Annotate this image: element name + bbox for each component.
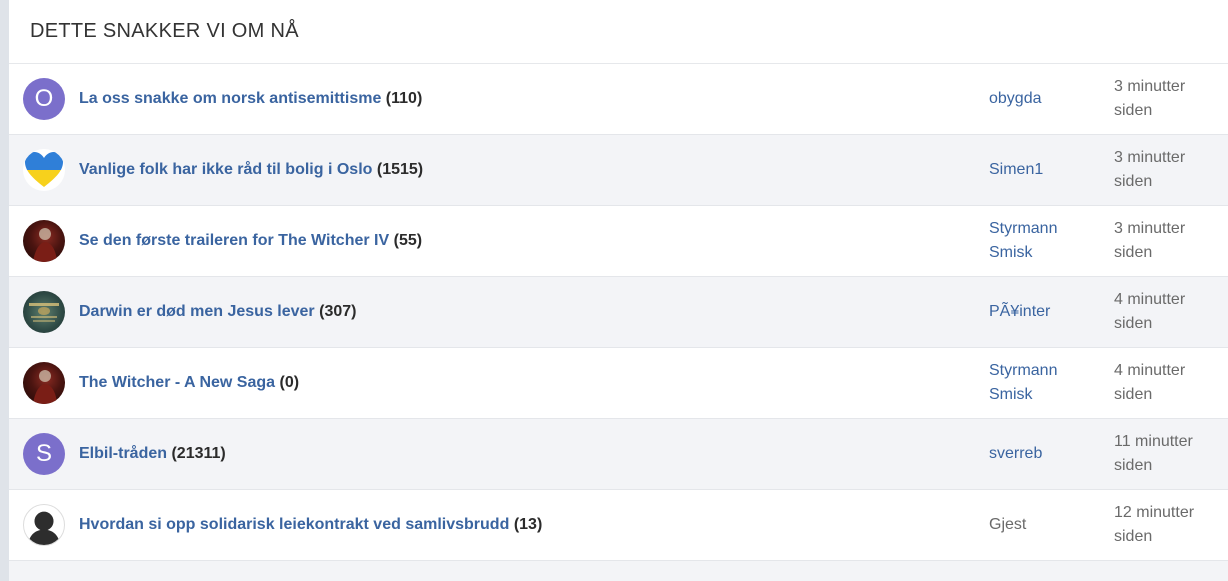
topic-title-wrap: Darwin er død men Jesus lever (307) [79,303,356,321]
timestamp: 4 minutter siden [1114,362,1186,403]
topic-title-wrap: The Witcher - A New Saga (0) [79,374,299,392]
timestamp: 3 minutter siden [1114,78,1186,119]
topic-link[interactable]: Hvordan si opp solidarisk leiekontrakt v… [79,516,509,533]
timestamp: 3 minutter siden [1114,149,1186,190]
topic-row[interactable]: O La oss snakke om norsk antisemittisme … [9,64,1228,135]
topic-row[interactable]: Hvordan si opp solidarisk leiekontrakt v… [9,490,1228,561]
timestamp: 11 minutter siden [1114,433,1193,474]
user-avatar[interactable]: S [23,433,65,475]
reply-count: (307) [319,303,357,320]
author-link[interactable]: Styrmann Smisk [989,217,1099,265]
timestamp: 4 minutter siden [1114,291,1186,332]
topic-link[interactable]: La oss snakke om norsk antisemittisme [79,90,381,107]
topic-link[interactable]: Darwin er død men Jesus lever [79,303,315,320]
section-title: DETTE SNAKKER VI OM NÅ [9,0,1228,64]
topic-row[interactable]: The Witcher - A New Saga (0) Styrmann Sm… [9,348,1228,419]
user-avatar[interactable]: O [23,78,65,120]
topic-row[interactable]: Se den første traileren for The Witcher … [9,206,1228,277]
guest-avatar-icon[interactable] [23,504,65,546]
topic-title-wrap: Hvordan si opp solidarisk leiekontrakt v… [79,516,542,534]
timestamp: 3 minutter siden [1114,220,1186,261]
topic-link[interactable]: Elbil-tråden [79,445,167,462]
timestamp: 12 minutter siden [1114,504,1195,545]
topic-link[interactable]: Se den første traileren for The Witcher … [79,232,389,249]
darwin-avatar[interactable] [23,291,65,333]
author-link[interactable]: sverreb [989,442,1099,466]
reply-count: (55) [393,232,423,249]
topic-title-wrap: Vanlige folk har ikke råd til bolig i Os… [79,161,423,179]
author-link[interactable]: PÃ¥inter [989,300,1099,324]
author-name: Gjest [989,516,1027,533]
ukraine-heart-icon[interactable] [23,149,65,191]
author-link[interactable]: Styrmann Smisk [989,359,1099,407]
next-row-partial [9,561,1228,581]
reply-count: (1515) [376,161,424,178]
topic-title-wrap: La oss snakke om norsk antisemittisme (1… [79,90,422,108]
witcher-avatar[interactable] [23,362,65,404]
reply-count: (0) [279,374,300,391]
topic-title-wrap: Se den første traileren for The Witcher … [79,232,422,250]
topic-link[interactable]: Vanlige folk har ikke råd til bolig i Os… [79,161,372,178]
reply-count: (110) [385,90,423,107]
reply-count: (13) [513,516,543,533]
topics-panel: DETTE SNAKKER VI OM NÅ O La oss snakke o… [9,0,1228,581]
reply-count: (21311) [171,445,226,462]
topic-row[interactable]: S Elbil-tråden (21311) sverreb 11 minutt… [9,419,1228,490]
witcher-avatar[interactable] [23,220,65,262]
topic-link[interactable]: The Witcher - A New Saga [79,374,275,391]
author-link[interactable]: obygda [989,87,1099,111]
topic-row[interactable]: Darwin er død men Jesus lever (307) PÃ¥i… [9,277,1228,348]
topic-row[interactable]: Vanlige folk har ikke råd til bolig i Os… [9,135,1228,206]
topic-title-wrap: Elbil-tråden (21311) [79,445,226,463]
author-link[interactable]: Simen1 [989,158,1099,182]
